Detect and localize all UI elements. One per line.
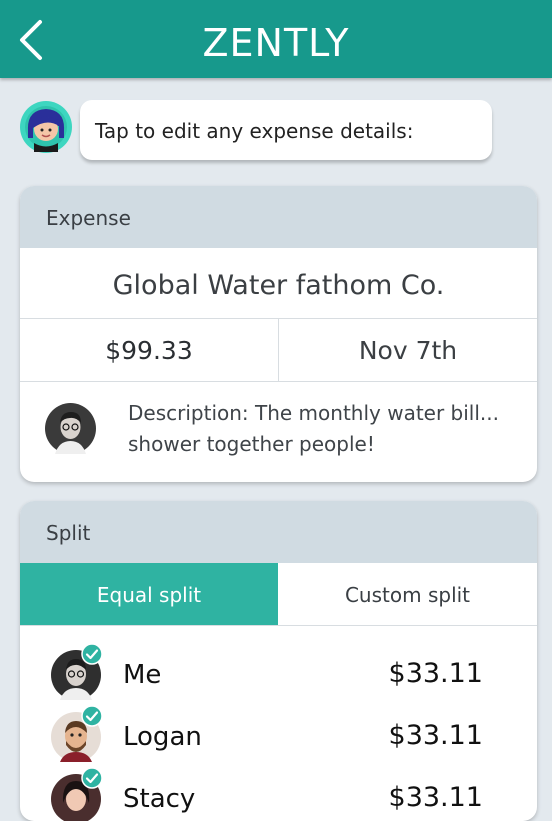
split-person-row[interactable]: Logan $33.11 — [20, 705, 537, 767]
checkmark-icon — [81, 705, 103, 727]
assistant-avatar — [19, 100, 73, 154]
date-field[interactable]: Nov 7th — [279, 319, 537, 381]
split-card: Split Equal split Custom split Me $33.11 — [20, 501, 537, 821]
amount-date-row: $99.33 Nov 7th — [20, 319, 537, 382]
description-text[interactable]: Description: The monthly water bill... s… — [128, 398, 518, 460]
checkmark-icon — [81, 643, 103, 665]
split-section-label: Split — [46, 521, 91, 545]
tab-equal-split[interactable]: Equal split — [20, 563, 278, 625]
person-name: Me — [123, 660, 162, 690]
split-section-header: Split — [20, 501, 537, 563]
expense-section-header: Expense — [20, 186, 537, 248]
app-title: ZENTLY — [202, 21, 350, 65]
checkmark-icon — [81, 767, 103, 789]
split-person-row[interactable]: Me $33.11 — [20, 643, 537, 705]
person-amount[interactable]: $33.11 — [389, 720, 483, 751]
description-row[interactable]: Description: The monthly water bill... s… — [20, 382, 537, 482]
person-name: Logan — [123, 722, 202, 752]
split-mode-tabs: Equal split Custom split — [20, 563, 537, 626]
person-amount[interactable]: $33.11 — [389, 782, 483, 813]
person-avatar — [50, 643, 103, 701]
app-header: ZENTLY — [0, 0, 552, 78]
expense-section-label: Expense — [46, 206, 131, 230]
payee-field[interactable]: Global Water fathom Co. — [20, 248, 537, 319]
assistant-message: Tap to edit any expense details: — [95, 119, 414, 143]
assistant-message-bubble: Tap to edit any expense details: — [80, 100, 492, 160]
tab-custom-split[interactable]: Custom split — [278, 563, 537, 625]
person-avatar — [50, 705, 103, 763]
person-amount[interactable]: $33.11 — [389, 658, 483, 689]
expense-card: Expense Global Water fathom Co. $99.33 N… — [20, 186, 537, 482]
person-name: Stacy — [123, 784, 196, 814]
person-avatar — [50, 767, 103, 821]
payer-avatar — [45, 403, 96, 454]
split-person-row[interactable]: Stacy $33.11 — [20, 767, 537, 821]
amount-field[interactable]: $99.33 — [20, 319, 279, 381]
